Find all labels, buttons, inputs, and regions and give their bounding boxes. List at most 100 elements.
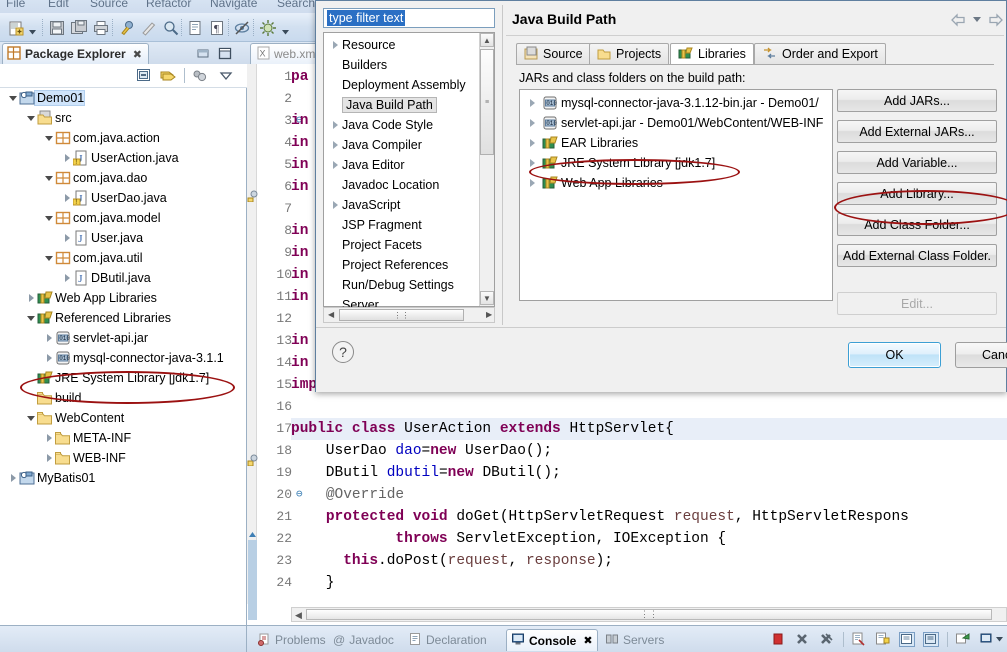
console-menu-arrow-icon[interactable] xyxy=(995,632,1004,647)
chevron-down-icon[interactable] xyxy=(26,413,37,424)
chevron-down-icon[interactable] xyxy=(26,313,37,324)
tree-item-servlet-api-jar[interactable]: 010 servlet-api.jar xyxy=(0,328,246,348)
tree-item-com-java-util[interactable]: com.java.util xyxy=(0,248,246,268)
chevron-right-icon[interactable] xyxy=(62,193,73,204)
quick-fix-icon[interactable] xyxy=(139,18,159,38)
open-type-icon[interactable] xyxy=(185,18,205,38)
chevron-right-icon[interactable] xyxy=(26,293,37,304)
close-icon[interactable]: ✖ xyxy=(583,634,592,647)
chevron-right-icon[interactable] xyxy=(527,97,539,109)
scroll-left-arrow-icon[interactable]: ◀ xyxy=(328,310,334,319)
code-line[interactable]: DButil dbutil=new DButil(); xyxy=(291,462,561,484)
code-line[interactable]: in xyxy=(291,176,308,198)
new-wizard-icon[interactable] xyxy=(6,18,26,38)
code-line[interactable]: in xyxy=(291,242,308,264)
tab-javadoc[interactable]: @ Javadoc xyxy=(329,629,398,651)
preference-item-java-compiler[interactable]: Java Compiler xyxy=(324,135,480,155)
button-add-jars[interactable]: Add JARs... xyxy=(837,89,997,112)
scroll-right-arrow-icon[interactable]: ▶ xyxy=(486,310,492,319)
tree-item-user-java[interactable]: J User.java xyxy=(0,228,246,248)
code-line[interactable]: in xyxy=(291,264,308,286)
tab-servers[interactable]: Servers xyxy=(601,629,668,651)
menu-item-source[interactable]: Source xyxy=(90,0,128,10)
open-console-icon[interactable] xyxy=(955,632,971,647)
tree-item-com-java-model[interactable]: com.java.model xyxy=(0,208,246,228)
tree-item-build[interactable]: build xyxy=(0,388,246,408)
debug-dropdown-arrow-icon[interactable] xyxy=(281,25,290,35)
preference-item-java-editor[interactable]: Java Editor xyxy=(324,155,480,175)
chevron-right-icon[interactable] xyxy=(62,153,73,164)
clear-console-icon[interactable] xyxy=(851,632,867,647)
print-icon[interactable] xyxy=(91,18,111,38)
chevron-right-icon[interactable] xyxy=(330,159,342,171)
chevron-down-icon[interactable] xyxy=(44,213,55,224)
code-line[interactable]: in xyxy=(291,110,308,132)
filter-tree-vertical-scrollbar[interactable]: ▲ ≡ ▼ xyxy=(479,33,494,306)
search-icon[interactable] xyxy=(161,18,181,38)
button-add-variable[interactable]: Add Variable... xyxy=(837,151,997,174)
tab-problems[interactable]: Problems xyxy=(253,629,330,651)
code-line[interactable]: in xyxy=(291,132,308,154)
close-icon[interactable]: ✖ xyxy=(133,48,142,61)
link-with-editor-icon[interactable] xyxy=(160,68,178,85)
debug-icon[interactable] xyxy=(258,18,278,38)
button-add-external-jars[interactable]: Add External JARs... xyxy=(837,120,997,143)
libraries-list[interactable]: 010 mysql-connector-java-3.1.12-bin.jar -… xyxy=(519,89,833,301)
scroll-lock-icon[interactable] xyxy=(875,632,891,647)
preference-item-java-build-path[interactable]: Java Build Path xyxy=(324,95,480,115)
code-line[interactable]: in xyxy=(291,352,308,374)
code-line[interactable]: in xyxy=(291,330,308,352)
view-menu-icon[interactable] xyxy=(218,68,236,85)
chevron-right-icon[interactable] xyxy=(62,233,73,244)
chevron-right-icon[interactable] xyxy=(527,137,539,149)
cancel-button[interactable]: Cancel xyxy=(955,342,1007,368)
code-line[interactable]: in xyxy=(291,154,308,176)
save-icon[interactable] xyxy=(47,18,67,38)
chevron-down-icon[interactable] xyxy=(44,133,55,144)
preference-page-tree[interactable]: Resource Builders Deployment Assembly Java … xyxy=(323,32,495,312)
ok-button[interactable]: OK xyxy=(848,342,941,368)
tree-item-web-app-libraries[interactable]: Web App Libraries xyxy=(0,288,246,308)
editor-scrollbar-thumb[interactable]: ⋮⋮ xyxy=(306,609,992,620)
editor-annotation-ruler[interactable] xyxy=(247,64,257,604)
code-line[interactable]: this.doPost(request, response); xyxy=(291,550,613,572)
library-row[interactable]: Web App Libraries xyxy=(520,173,832,193)
preference-item-resource[interactable]: Resource xyxy=(324,35,480,55)
preference-item-deployment-assembly[interactable]: Deployment Assembly xyxy=(324,75,480,95)
chevron-right-icon[interactable] xyxy=(330,139,342,151)
tree-item-userdao-java[interactable]: J!UserDao.java xyxy=(0,188,246,208)
chevron-right-icon[interactable] xyxy=(330,39,342,51)
chevron-right-icon[interactable] xyxy=(527,177,539,189)
code-line[interactable]: throws ServletException, IOException { xyxy=(291,528,726,550)
minimize-view-icon[interactable] xyxy=(196,47,210,60)
toggle-mark-occurrences-icon[interactable] xyxy=(232,18,252,38)
tree-item-com-java-dao[interactable]: com.java.dao xyxy=(0,168,246,188)
preference-item-builders[interactable]: Builders xyxy=(324,55,480,75)
chevron-right-icon[interactable] xyxy=(330,119,342,131)
code-line[interactable]: pa xyxy=(291,66,308,88)
button-add-library[interactable]: Add Library... xyxy=(837,182,997,205)
chevron-right-icon[interactable] xyxy=(44,433,55,444)
tree-item-meta-inf[interactable]: META-INF xyxy=(0,428,246,448)
chevron-right-icon[interactable] xyxy=(527,157,539,169)
preference-item-java-code-style[interactable]: Java Code Style xyxy=(324,115,480,135)
chevron-right-icon[interactable] xyxy=(527,117,539,129)
remove-all-terminated-icon[interactable] xyxy=(819,632,835,647)
chevron-down-icon[interactable] xyxy=(8,93,19,104)
tree-item-dbutil-java[interactable]: J DButil.java xyxy=(0,268,246,288)
filter-tree-scrollbar-thumb[interactable]: ≡ xyxy=(480,49,494,155)
chevron-right-icon[interactable] xyxy=(44,353,55,364)
chevron-right-icon[interactable] xyxy=(44,333,55,344)
code-line[interactable]: public class UserAction extends HttpServ… xyxy=(291,418,1007,440)
menu-item-navigate[interactable]: Navigate xyxy=(210,0,257,10)
help-button[interactable]: ? xyxy=(332,341,354,363)
chevron-down-icon[interactable] xyxy=(44,173,55,184)
tree-item-demo01[interactable]: Demo01 xyxy=(0,88,246,108)
code-line[interactable]: in xyxy=(291,286,308,308)
scroll-down-arrow-icon[interactable]: ▼ xyxy=(480,291,494,305)
chevron-right-icon[interactable] xyxy=(8,473,19,484)
preference-item-jsp-fragment[interactable]: JSP Fragment xyxy=(324,215,480,235)
tree-item-webcontent[interactable]: WebContent xyxy=(0,408,246,428)
navigation-menu-arrow-icon[interactable] xyxy=(972,13,982,27)
tab-declaration[interactable]: Declaration xyxy=(404,629,491,651)
